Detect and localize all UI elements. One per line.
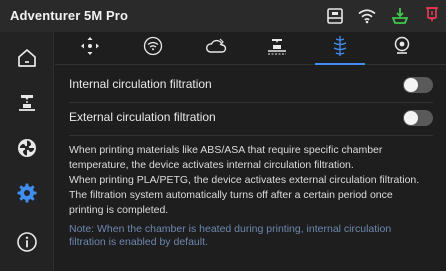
status-icons — [326, 3, 440, 29]
divider — [69, 135, 433, 136]
tab-webcam[interactable] — [378, 32, 426, 65]
main-content: Internal circulation filtration External… — [55, 32, 446, 271]
tab-cloud[interactable] — [192, 32, 240, 65]
note-line: Note: When the chamber is heated during … — [69, 223, 392, 235]
internal-filtration-toggle[interactable] — [403, 77, 433, 93]
webcam-icon — [392, 36, 412, 61]
device-title: Adventurer 5M Pro — [10, 8, 129, 23]
toggle-knob — [404, 78, 418, 92]
filament-icon[interactable] — [390, 6, 410, 26]
filtration-note: Note: When the chamber is heated during … — [69, 223, 435, 249]
description-line: When printing materials like ABS/ASA tha… — [69, 144, 383, 156]
filtration-icon — [330, 35, 350, 62]
internal-filtration-row: Internal circulation filtration — [69, 69, 433, 101]
tab-network[interactable] — [129, 32, 177, 65]
description-line: temperature, the device activates intern… — [69, 159, 354, 171]
description-line: The filtration system automatically turn… — [69, 189, 393, 201]
tab-camera-bed[interactable] — [253, 32, 301, 65]
cloud-icon — [205, 36, 227, 61]
external-filtration-toggle[interactable] — [403, 110, 433, 126]
sidebar-item-print[interactable] — [0, 87, 54, 123]
external-filtration-row: External circulation filtration — [69, 102, 433, 134]
camera-bed-icon — [266, 36, 288, 61]
tab-move[interactable] — [66, 32, 114, 65]
active-tab-indicator — [315, 63, 365, 65]
wifi-icon[interactable] — [358, 8, 376, 24]
tab-filtration[interactable] — [316, 32, 364, 65]
external-filtration-label: External circulation filtration — [69, 110, 216, 124]
note-line: filtration is enabled by default. — [69, 236, 208, 248]
tab-bar — [55, 32, 446, 65]
print-bed-icon — [16, 92, 38, 119]
fan-filter-icon — [16, 137, 38, 164]
sidebar-item-settings[interactable] — [0, 177, 54, 213]
sidebar-item-home[interactable] — [0, 42, 54, 78]
move-icon — [80, 36, 100, 61]
info-icon — [16, 231, 38, 258]
top-bar: Adventurer 5M Pro — [0, 0, 446, 32]
printer-icon[interactable] — [326, 7, 344, 25]
description-line: When printing PLA/PETG, the device activ… — [69, 174, 420, 186]
settings-icon — [16, 182, 38, 209]
sidebar — [0, 32, 54, 271]
filtration-description: When printing materials like ABS/ASA tha… — [69, 143, 435, 218]
sidebar-item-info[interactable] — [0, 226, 54, 262]
network-icon — [143, 36, 163, 61]
toggle-knob — [404, 111, 418, 125]
home-icon — [16, 47, 38, 74]
description-line: printing is completed. — [69, 204, 169, 216]
nozzle-icon[interactable] — [424, 6, 440, 26]
internal-filtration-label: Internal circulation filtration — [69, 77, 212, 91]
sidebar-item-fan[interactable] — [0, 132, 54, 168]
